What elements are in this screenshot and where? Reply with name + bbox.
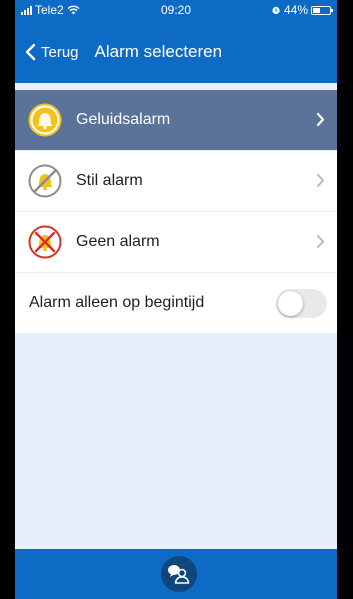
app-screen: Tele2 09:20 44% Terug Alarm selecteren G… — [15, 0, 337, 599]
chevron-right-icon — [317, 235, 324, 248]
contact-button[interactable] — [161, 556, 197, 592]
option-label: Stil alarm — [76, 172, 143, 189]
chevron-right-icon — [317, 174, 324, 187]
bell-silent-icon — [28, 164, 62, 198]
alarm-options-list: Geluidsalarm Stil alarm Geen alarm Alarm… — [15, 90, 337, 333]
page-title: Alarm selecteren — [94, 42, 223, 61]
status-bar: Tele2 09:20 44% — [15, 0, 337, 22]
alarm-start-time-toggle[interactable] — [276, 289, 327, 318]
top-bar: Tele2 09:20 44% Terug Alarm selecteren — [15, 0, 337, 83]
back-button[interactable]: Terug — [25, 43, 79, 61]
chevron-left-icon — [25, 43, 36, 61]
alarm-start-time-setting: Alarm alleen op begintijd — [15, 273, 337, 333]
battery-icon — [311, 5, 333, 15]
option-stil-alarm[interactable]: Stil alarm — [15, 151, 337, 211]
bell-none-icon — [28, 225, 62, 259]
option-label: Geen alarm — [76, 233, 160, 250]
option-geen-alarm[interactable]: Geen alarm — [15, 212, 337, 272]
alarm-clock-icon — [272, 6, 280, 15]
status-right: 44% — [271, 3, 333, 17]
battery-percentage: 44% — [283, 3, 308, 17]
toggle-label: Alarm alleen op begintijd — [29, 294, 205, 311]
toggle-knob — [278, 291, 303, 316]
chevron-right-icon — [316, 112, 325, 127]
option-geluidsalarm[interactable]: Geluidsalarm — [15, 90, 337, 150]
option-label: Geluidsalarm — [76, 111, 171, 128]
navigation-bar: Terug Alarm selecteren — [15, 32, 337, 72]
bell-sound-icon — [28, 103, 62, 137]
contact-icon — [168, 565, 190, 584]
back-label: Terug — [41, 43, 79, 61]
bottom-bar — [15, 549, 337, 599]
